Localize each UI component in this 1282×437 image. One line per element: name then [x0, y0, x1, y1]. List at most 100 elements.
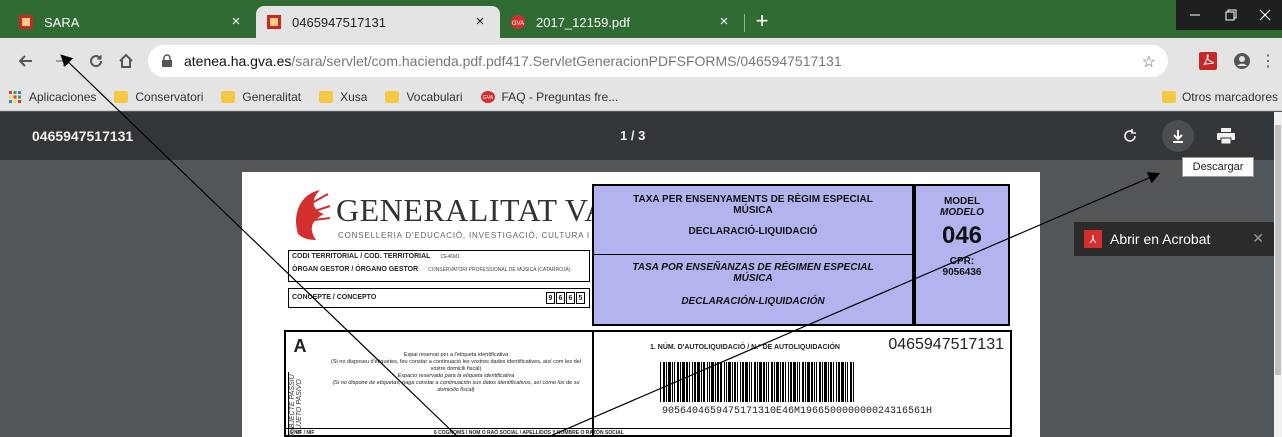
forward-arrow-icon [56, 55, 70, 67]
scrollbar-thumb[interactable] [1275, 125, 1281, 375]
bookmark-conservatori[interactable]: Conservatori [114, 90, 203, 104]
barcode-bar [672, 362, 673, 402]
rotate-icon [1124, 129, 1136, 142]
taxa-es-line2: MÚSICA [733, 273, 773, 284]
home-button[interactable] [114, 49, 138, 73]
bookmark-star-icon[interactable]: ☆ [1142, 52, 1156, 72]
bookmark-label: Xusa [340, 90, 368, 104]
bookmark-label: Otros marcadores [1181, 90, 1278, 104]
back-button[interactable] [14, 49, 38, 73]
taxa-va-line3: DECLARACIÓ-LIQUIDACIÓ [688, 226, 818, 237]
concepte-box: CONCEPTE / CONCEPTO 9 6 6 5 [288, 288, 590, 308]
codi-value: CE46M1 [440, 254, 460, 260]
bookmark-aplicaciones[interactable]: Aplicaciones [8, 90, 96, 104]
barcode-bar [768, 362, 769, 402]
new-tab-button[interactable]: + [748, 8, 776, 36]
barcode-bar [740, 362, 741, 402]
section-a: A SUBJECTE PASSIU / SUJETO PASIVO Espai … [284, 330, 594, 437]
close-tab-icon[interactable]: × [472, 14, 488, 30]
tab-sara[interactable]: SARA × [8, 6, 256, 38]
gva-dragon-logo-icon [296, 190, 331, 240]
minimize-button[interactable] [1176, 0, 1214, 30]
espai-line2: (Si no disposeu d'etiquetes, feu constar… [331, 359, 581, 372]
profile-avatar-icon [1234, 53, 1250, 69]
bookmark-xusa[interactable]: Xusa [319, 90, 367, 104]
bookmark-label: FAQ - Preguntas fre... [501, 90, 619, 104]
download-button[interactable] [1162, 120, 1194, 152]
concepte-digit: 6 [556, 292, 565, 304]
codi-organ-boxes: CODI TERRITORIAL / COD. TERRITORIAL CE46M… [288, 250, 590, 308]
barcode-bar [749, 362, 750, 402]
reload-icon [90, 55, 103, 68]
organ-value: CONSERVATORI PROFESSIONAL DE MÚSICA (CAT… [428, 267, 571, 273]
barcode-bar [701, 362, 702, 402]
bookmark-label: Conservatori [135, 90, 204, 104]
espai-line4: (Si no dispone de etiquetas, haga consta… [332, 380, 580, 393]
barcode-bar [694, 362, 696, 402]
rotate-button[interactable] [1118, 124, 1142, 148]
barcode-bar [715, 362, 716, 402]
profile-button[interactable] [1230, 49, 1254, 73]
gva-favicon-icon: GVA [510, 14, 526, 30]
acrobat-extension-button[interactable] [1196, 49, 1220, 73]
kebab-menu-icon: ⋮ [1260, 53, 1276, 70]
barcode-bar [838, 362, 840, 402]
folder-icon [1161, 91, 1176, 103]
codi-label: CODI TERRITORIAL / COD. TERRITORIAL [292, 253, 431, 260]
concepte-label: CONCEPTE / CONCEPTO [292, 294, 377, 301]
folder-icon [221, 91, 236, 103]
close-icon[interactable]: ✕ [1252, 230, 1264, 247]
barcode-bar [802, 362, 804, 402]
home-icon [119, 53, 133, 68]
barcode-bar [709, 362, 710, 402]
taxa-es-line1: TASA POR ENSEÑANZAS DE RÉGIMEN ESPECIAL [632, 262, 874, 273]
bookmarks-bar: Aplicaciones Conservatori Generalitat Xu… [0, 84, 1282, 111]
bookmark-vocabulari[interactable]: Vocabulari [385, 90, 463, 104]
barcode-bar [771, 362, 773, 402]
close-tab-icon[interactable]: × [716, 14, 732, 30]
barcode-bar [824, 362, 827, 402]
concepte-digit: 9 [546, 292, 555, 304]
address-bar[interactable]: atenea.ha.gva.es/sara/servlet/com.hacien… [148, 45, 1168, 77]
barcode-bar [682, 362, 685, 402]
barcode-bar [811, 362, 813, 402]
barcode [660, 362, 916, 402]
folder-icon [385, 91, 400, 103]
close-window-button[interactable] [1246, 0, 1282, 30]
open-in-acrobat-popup[interactable]: ⅄ Abrir en Acrobat ✕ [1074, 222, 1274, 256]
acrobat-icon: ⅄ [1084, 230, 1102, 248]
tab-0465947517131[interactable]: 0465947517131 × [256, 6, 500, 38]
organ-label: ÒRGAN GESTOR / ÓRGANO GESTOR [292, 266, 419, 273]
close-tab-icon[interactable]: × [228, 14, 244, 30]
print-button[interactable] [1214, 124, 1238, 148]
barcode-bar [830, 362, 832, 402]
barcode-bar [674, 362, 675, 402]
svg-text:GVA: GVA [512, 21, 524, 27]
barcode-bar [836, 362, 837, 402]
barcode-bar [726, 362, 727, 402]
restore-button[interactable] [1212, 0, 1250, 30]
reload-button[interactable] [84, 49, 108, 73]
barcode-bar [850, 362, 852, 402]
tab-2017-12159-pdf[interactable]: GVA 2017_12159.pdf × [500, 6, 744, 38]
url-path: /sara/servlet/com.hacienda.pdf.pdf417.Se… [291, 53, 842, 69]
section-letter: A [293, 336, 307, 356]
barcode-bar [816, 362, 817, 402]
lock-icon [162, 54, 172, 67]
bookmark-generalitat[interactable]: Generalitat [221, 90, 301, 104]
num-auto-label: 1. NÚM. D'AUTOLIQUIDACIÓ / N.º DE AUTOLI… [650, 344, 840, 351]
forward-button[interactable] [50, 49, 74, 73]
print-icon [1217, 128, 1235, 144]
page-indicator: 1 / 3 [620, 128, 646, 143]
barcode-bar [788, 362, 789, 402]
barcode-bar [799, 362, 800, 402]
barcode-bar [686, 362, 688, 402]
bookmark-other[interactable]: Otros marcadores [1161, 90, 1278, 104]
barcode-bar [737, 362, 738, 402]
barcode-bar [776, 362, 779, 402]
section-autoliquidacio: 1. NÚM. D'AUTOLIQUIDACIÓ / N.º DE AUTOLI… [594, 330, 1012, 437]
barcode-bar [754, 362, 756, 402]
menu-button[interactable]: ⋮ [1258, 49, 1278, 73]
bookmark-faq[interactable]: GVA FAQ - Preguntas fre... [480, 90, 619, 104]
barcode-bar [745, 362, 748, 402]
